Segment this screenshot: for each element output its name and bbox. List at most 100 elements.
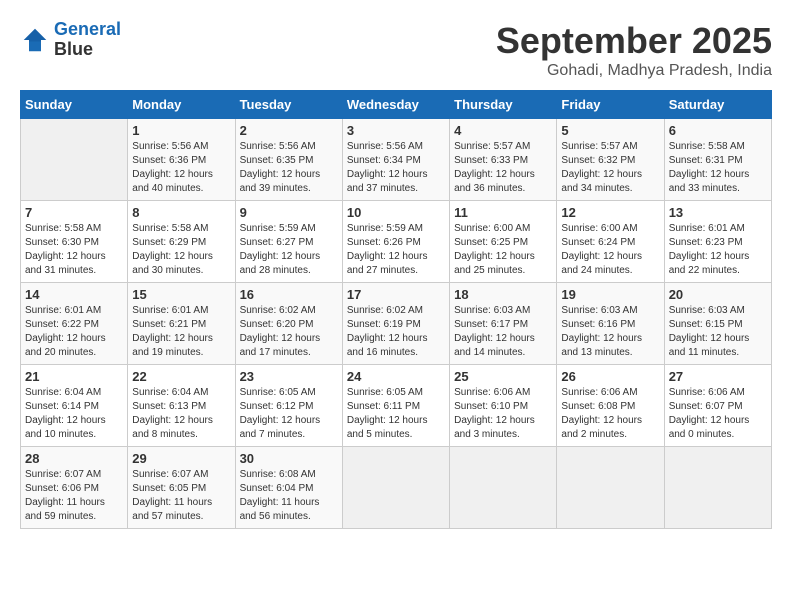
day-info: Sunrise: 6:07 AM Sunset: 6:05 PM Dayligh… [132,468,230,524]
day-number: 11 [454,205,552,220]
week-row-2: 7 Sunrise: 5:58 AM Sunset: 6:30 PM Daylig… [21,201,772,283]
day-info: Sunrise: 6:03 AM Sunset: 6:15 PM Dayligh… [669,304,767,360]
day-info: Sunrise: 6:01 AM Sunset: 6:22 PM Dayligh… [25,304,123,360]
week-row-4: 21 Sunrise: 6:04 AM Sunset: 6:14 PM Dayli… [21,365,772,447]
day-info: Sunrise: 6:04 AM Sunset: 6:14 PM Dayligh… [25,386,123,442]
day-number: 4 [454,123,552,138]
day-info: Sunrise: 6:00 AM Sunset: 6:24 PM Dayligh… [561,222,659,278]
calendar-cell: 3 Sunrise: 5:56 AM Sunset: 6:34 PM Daylig… [342,119,449,201]
weekday-header-wednesday: Wednesday [342,91,449,119]
day-number: 9 [240,205,338,220]
calendar-cell [21,119,128,201]
day-number: 20 [669,287,767,302]
calendar-cell: 20 Sunrise: 6:03 AM Sunset: 6:15 PM Dayli… [664,283,771,365]
day-info: Sunrise: 6:06 AM Sunset: 6:08 PM Dayligh… [561,386,659,442]
calendar-cell [342,447,449,529]
calendar-cell: 30 Sunrise: 6:08 AM Sunset: 6:04 PM Dayli… [235,447,342,529]
weekday-header-thursday: Thursday [450,91,557,119]
day-info: Sunrise: 6:03 AM Sunset: 6:17 PM Dayligh… [454,304,552,360]
day-info: Sunrise: 5:56 AM Sunset: 6:35 PM Dayligh… [240,140,338,196]
day-info: Sunrise: 5:57 AM Sunset: 6:33 PM Dayligh… [454,140,552,196]
day-info: Sunrise: 6:07 AM Sunset: 6:06 PM Dayligh… [25,468,123,524]
calendar-cell: 6Sunrise: 5:58 AM Sunset: 6:31 PM Daylig… [664,119,771,201]
weekday-header-monday: Monday [128,91,235,119]
day-number: 27 [669,369,767,384]
calendar-cell: 4 Sunrise: 5:57 AM Sunset: 6:33 PM Daylig… [450,119,557,201]
weekday-header-tuesday: Tuesday [235,91,342,119]
day-number: 5 [561,123,659,138]
day-number: 14 [25,287,123,302]
day-number: 21 [25,369,123,384]
day-info: Sunrise: 5:58 AM Sunset: 6:30 PM Dayligh… [25,222,123,278]
calendar-cell: 25Sunrise: 6:06 AM Sunset: 6:10 PM Dayli… [450,365,557,447]
calendar-cell: 10 Sunrise: 5:59 AM Sunset: 6:26 PM Dayli… [342,201,449,283]
weekday-header-row: SundayMondayTuesdayWednesdayThursdayFrid… [21,91,772,119]
day-number: 17 [347,287,445,302]
logo-line2: Blue [54,40,121,60]
day-number: 12 [561,205,659,220]
day-info: Sunrise: 6:05 AM Sunset: 6:12 PM Dayligh… [240,386,338,442]
calendar-cell: 27 Sunrise: 6:06 AM Sunset: 6:07 PM Dayli… [664,365,771,447]
calendar-cell: 2 Sunrise: 5:56 AM Sunset: 6:35 PM Daylig… [235,119,342,201]
day-info: Sunrise: 6:01 AM Sunset: 6:23 PM Dayligh… [669,222,767,278]
day-info: Sunrise: 5:56 AM Sunset: 6:36 PM Dayligh… [132,140,230,196]
calendar-cell: 1Sunrise: 5:56 AM Sunset: 6:36 PM Daylig… [128,119,235,201]
day-info: Sunrise: 5:59 AM Sunset: 6:26 PM Dayligh… [347,222,445,278]
weekday-header-saturday: Saturday [664,91,771,119]
day-number: 25 [454,369,552,384]
calendar-table: SundayMondayTuesdayWednesdayThursdayFrid… [20,90,772,529]
day-number: 10 [347,205,445,220]
day-number: 19 [561,287,659,302]
calendar-cell: 8 Sunrise: 5:58 AM Sunset: 6:29 PM Daylig… [128,201,235,283]
location-title: Gohadi, Madhya Pradesh, India [496,62,772,80]
week-row-5: 28 Sunrise: 6:07 AM Sunset: 6:06 PM Dayli… [21,447,772,529]
day-number: 30 [240,451,338,466]
logo: General Blue [20,20,121,60]
day-info: Sunrise: 6:06 AM Sunset: 6:07 PM Dayligh… [669,386,767,442]
day-number: 23 [240,369,338,384]
calendar-cell: 17 Sunrise: 6:02 AM Sunset: 6:19 PM Dayli… [342,283,449,365]
day-info: Sunrise: 5:57 AM Sunset: 6:32 PM Dayligh… [561,140,659,196]
day-number: 22 [132,369,230,384]
calendar-cell: 5 Sunrise: 5:57 AM Sunset: 6:32 PM Daylig… [557,119,664,201]
calendar-cell: 13Sunrise: 6:01 AM Sunset: 6:23 PM Dayli… [664,201,771,283]
calendar-cell: 28 Sunrise: 6:07 AM Sunset: 6:06 PM Dayli… [21,447,128,529]
calendar-cell: 23 Sunrise: 6:05 AM Sunset: 6:12 PM Dayli… [235,365,342,447]
day-number: 16 [240,287,338,302]
calendar-cell: 15 Sunrise: 6:01 AM Sunset: 6:21 PM Dayli… [128,283,235,365]
calendar-cell: 26 Sunrise: 6:06 AM Sunset: 6:08 PM Dayli… [557,365,664,447]
day-info: Sunrise: 6:03 AM Sunset: 6:16 PM Dayligh… [561,304,659,360]
calendar-cell: 24Sunrise: 6:05 AM Sunset: 6:11 PM Dayli… [342,365,449,447]
calendar-cell: 14 Sunrise: 6:01 AM Sunset: 6:22 PM Dayli… [21,283,128,365]
day-info: Sunrise: 6:08 AM Sunset: 6:04 PM Dayligh… [240,468,338,524]
day-number: 15 [132,287,230,302]
calendar-cell: 21 Sunrise: 6:04 AM Sunset: 6:14 PM Dayli… [21,365,128,447]
day-number: 2 [240,123,338,138]
weekday-header-sunday: Sunday [21,91,128,119]
day-number: 24 [347,369,445,384]
calendar-cell: 22 Sunrise: 6:04 AM Sunset: 6:13 PM Dayli… [128,365,235,447]
day-info: Sunrise: 5:58 AM Sunset: 6:29 PM Dayligh… [132,222,230,278]
day-info: Sunrise: 5:58 AM Sunset: 6:31 PM Dayligh… [669,140,767,196]
day-number: 7 [25,205,123,220]
day-number: 8 [132,205,230,220]
calendar-cell [450,447,557,529]
calendar-cell: 19 Sunrise: 6:03 AM Sunset: 6:16 PM Dayli… [557,283,664,365]
day-number: 26 [561,369,659,384]
logo-line1: General [54,19,121,39]
calendar-cell: 18Sunrise: 6:03 AM Sunset: 6:17 PM Dayli… [450,283,557,365]
calendar-cell: 16Sunrise: 6:02 AM Sunset: 6:20 PM Dayli… [235,283,342,365]
day-info: Sunrise: 6:01 AM Sunset: 6:21 PM Dayligh… [132,304,230,360]
weekday-header-friday: Friday [557,91,664,119]
day-number: 28 [25,451,123,466]
month-title: September 2025 [496,20,772,62]
calendar-cell: 9Sunrise: 5:59 AM Sunset: 6:27 PM Daylig… [235,201,342,283]
header: General Blue September 2025 Gohadi, Madh… [20,20,772,80]
day-number: 3 [347,123,445,138]
day-info: Sunrise: 5:56 AM Sunset: 6:34 PM Dayligh… [347,140,445,196]
day-info: Sunrise: 6:00 AM Sunset: 6:25 PM Dayligh… [454,222,552,278]
day-info: Sunrise: 6:04 AM Sunset: 6:13 PM Dayligh… [132,386,230,442]
calendar-cell: 29Sunrise: 6:07 AM Sunset: 6:05 PM Dayli… [128,447,235,529]
calendar-cell: 7 Sunrise: 5:58 AM Sunset: 6:30 PM Daylig… [21,201,128,283]
day-info: Sunrise: 6:02 AM Sunset: 6:19 PM Dayligh… [347,304,445,360]
